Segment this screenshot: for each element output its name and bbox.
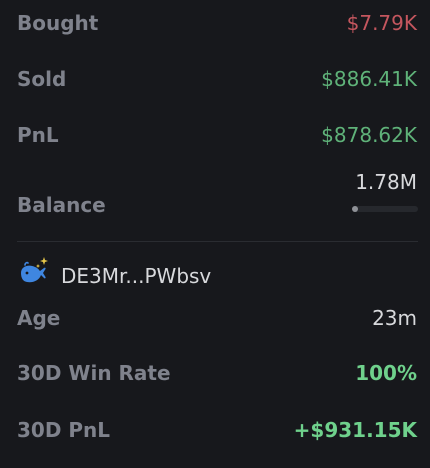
balance-label: Balance bbox=[17, 193, 106, 217]
win-rate-label: 30D Win Rate bbox=[17, 361, 171, 385]
age-label: Age bbox=[17, 306, 61, 330]
pnl-30d-value: +$931.15K bbox=[293, 418, 417, 442]
pnl-30d-label: 30D PnL bbox=[17, 418, 111, 442]
bought-label: Bought bbox=[17, 11, 99, 35]
pnl-value: $878.62K bbox=[321, 123, 417, 147]
balance-value: 1.78M bbox=[355, 170, 417, 194]
trade-stats-panel: Bought $7.79K Sold $886.41K PnL $878.62K… bbox=[0, 0, 430, 468]
age-value: 23m bbox=[372, 306, 417, 330]
wallet-address[interactable]: DE3Mr...PWbsv bbox=[61, 266, 211, 286]
sparkle-whale-icon bbox=[17, 254, 51, 286]
sold-value: $886.41K bbox=[321, 67, 417, 91]
bought-value: $7.79K bbox=[346, 11, 417, 35]
win-rate-value: 100% bbox=[355, 361, 417, 385]
sold-label: Sold bbox=[17, 67, 67, 91]
pnl-label: PnL bbox=[17, 123, 59, 147]
balance-progress-bar bbox=[352, 206, 418, 212]
section-divider bbox=[17, 241, 418, 242]
balance-progress-fill bbox=[352, 206, 358, 212]
